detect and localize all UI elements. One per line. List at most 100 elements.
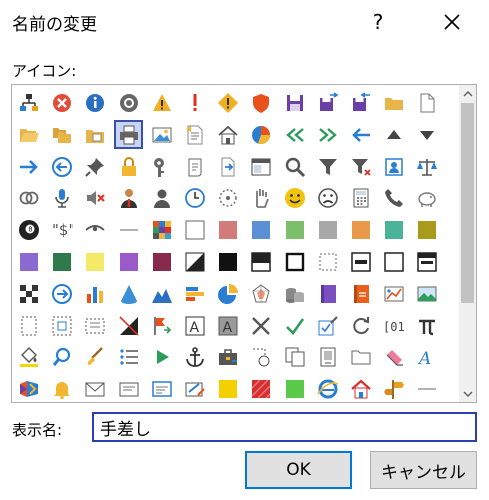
scroll-up-button[interactable] [459, 85, 476, 102]
icon-option-letter-a-italic[interactable]: A [412, 342, 441, 371]
icon-option-black-square[interactable] [213, 247, 242, 276]
icon-option-diagonal-image[interactable] [114, 311, 143, 340]
icon-option-scales[interactable] [412, 152, 441, 181]
icon-option-folder[interactable] [379, 88, 408, 117]
icon-option-circle-left-arrow[interactable] [47, 152, 76, 181]
icon-option-line[interactable] [114, 215, 143, 244]
icon-option-cylinders[interactable] [280, 279, 309, 308]
icon-option-filter-x[interactable] [346, 152, 375, 181]
cancel-button[interactable]: キャンセル [370, 451, 477, 489]
icon-option-white-square[interactable] [180, 215, 209, 244]
icon-option-window[interactable] [246, 152, 275, 181]
icon-option-copy-pages[interactable] [280, 342, 309, 371]
icon-option-half-black-square[interactable] [246, 247, 275, 276]
vertical-scrollbar[interactable] [459, 85, 476, 402]
icon-option-letter-a-boxed[interactable]: A [180, 311, 209, 340]
icon-option-salmon-square[interactable] [213, 215, 242, 244]
icon-option-play-triangle[interactable] [147, 342, 176, 371]
icon-option-blue-square[interactable] [246, 215, 275, 244]
icon-option-envelope[interactable] [80, 374, 109, 402]
icon-option-cone[interactable] [114, 279, 143, 308]
icon-option-down-triangle[interactable] [412, 120, 441, 149]
icon-option-pi[interactable] [412, 311, 441, 340]
icon-option-dark-green-square[interactable] [47, 247, 76, 276]
icon-option-address-book[interactable] [379, 152, 408, 181]
icon-option-book[interactable] [313, 279, 342, 308]
icon-option-save-disk[interactable] [280, 88, 309, 117]
icon-option-right-arrow[interactable] [14, 152, 43, 181]
icon-option-person[interactable] [147, 183, 176, 212]
icon-option-circular-arrows[interactable] [346, 311, 375, 340]
icon-option-anchor[interactable] [180, 342, 209, 371]
icon-option-selection-circle[interactable] [246, 342, 275, 371]
icon-option-dotted-circle[interactable] [213, 183, 242, 212]
icon-option-brush[interactable] [80, 342, 109, 371]
icon-option-padlock[interactable] [114, 152, 143, 181]
icon-option-x-mark[interactable] [246, 311, 275, 340]
icon-option-stack-bars[interactable] [180, 279, 209, 308]
icon-option-smiley[interactable] [280, 183, 309, 212]
icon-option-document-lines[interactable] [180, 120, 209, 149]
icon-option-checkbox-pen[interactable] [313, 311, 342, 340]
icon-option-teal-square[interactable] [379, 215, 408, 244]
icon-option-pushpin[interactable] [80, 152, 109, 181]
icon-option-green-square-2[interactable] [280, 374, 309, 402]
icon-option-warning-diamond[interactable] [213, 88, 242, 117]
icon-option-exclamation-mark[interactable] [180, 88, 209, 117]
icon-option-picture[interactable] [147, 120, 176, 149]
icon-option-org-chart[interactable] [14, 88, 43, 117]
icon-option-search-zoom[interactable] [47, 342, 76, 371]
icon-option-id-card[interactable] [147, 374, 176, 402]
icon-option-calculator[interactable] [346, 183, 375, 212]
icon-option-flag-arrows[interactable] [147, 311, 176, 340]
icon-option-outline-square-2[interactable] [379, 247, 408, 276]
icon-option-office-logo[interactable] [14, 374, 43, 402]
icon-option-dashed-square[interactable] [313, 247, 342, 276]
icon-option-printer[interactable] [114, 120, 143, 149]
icon-option-document-arrow[interactable] [213, 152, 242, 181]
icon-option-bar-square[interactable] [346, 247, 375, 276]
scroll-down-button[interactable] [459, 385, 476, 402]
icon-option-bell[interactable] [47, 374, 76, 402]
icon-option-double-right-arrow[interactable] [313, 120, 342, 149]
icon-option-record-circle[interactable] [114, 88, 143, 117]
icon-option-red-stripes[interactable] [246, 374, 275, 402]
icon-option-left-arrow[interactable] [346, 120, 375, 149]
icon-option-double-left-arrow[interactable] [280, 120, 309, 149]
icon-option-phone-page[interactable] [313, 342, 342, 371]
icon-option-bracket-number[interactable]: [01] [379, 311, 408, 340]
icon-option-yellow-square[interactable] [80, 247, 109, 276]
icon-picker-panel[interactable]: 8 "$" A A [01] A [11, 84, 477, 403]
icon-option-save-forward[interactable] [313, 88, 342, 117]
icon-option-ie-globe[interactable] [313, 374, 342, 402]
icon-option-orange-square[interactable] [346, 215, 375, 244]
ok-button[interactable]: OK [245, 451, 352, 489]
icon-option-bar-chart[interactable] [80, 279, 109, 308]
icon-option-gray-square[interactable] [313, 215, 342, 244]
icon-option-key[interactable] [147, 152, 176, 181]
icon-option-radar-web[interactable] [246, 279, 275, 308]
icon-option-pen-card[interactable] [180, 374, 209, 402]
icon-option-shield[interactable] [246, 88, 275, 117]
icon-option-green-square[interactable] [280, 215, 309, 244]
icon-option-paint-bucket[interactable] [14, 342, 43, 371]
icon-option-open-folder-outline[interactable] [346, 342, 375, 371]
icon-option-dashed-film[interactable] [80, 311, 109, 340]
icon-option-olive-square[interactable] [412, 215, 441, 244]
icon-option-check-mark[interactable] [280, 311, 309, 340]
icon-option-hand[interactable] [246, 183, 275, 212]
icon-option-error-circle[interactable] [47, 88, 76, 117]
icon-option-circle-right-arrow[interactable] [47, 279, 76, 308]
icon-option-landscape-picture[interactable] [412, 279, 441, 308]
icon-option-sad-face[interactable] [313, 183, 342, 212]
icon-option-maroon-square[interactable] [147, 247, 176, 276]
icon-option-scroll[interactable] [180, 152, 209, 181]
icon-option-yellow-square-2[interactable] [213, 374, 242, 402]
icon-option-card[interactable] [114, 374, 143, 402]
icon-option-microphone[interactable] [47, 183, 76, 212]
icon-option-up-triangle[interactable] [379, 120, 408, 149]
icon-option-piggy-bank[interactable] [412, 183, 441, 212]
icon-option-folder-pair[interactable] [47, 120, 76, 149]
icon-option-pie-chart[interactable] [246, 120, 275, 149]
icon-option-magnifier[interactable] [280, 152, 309, 181]
